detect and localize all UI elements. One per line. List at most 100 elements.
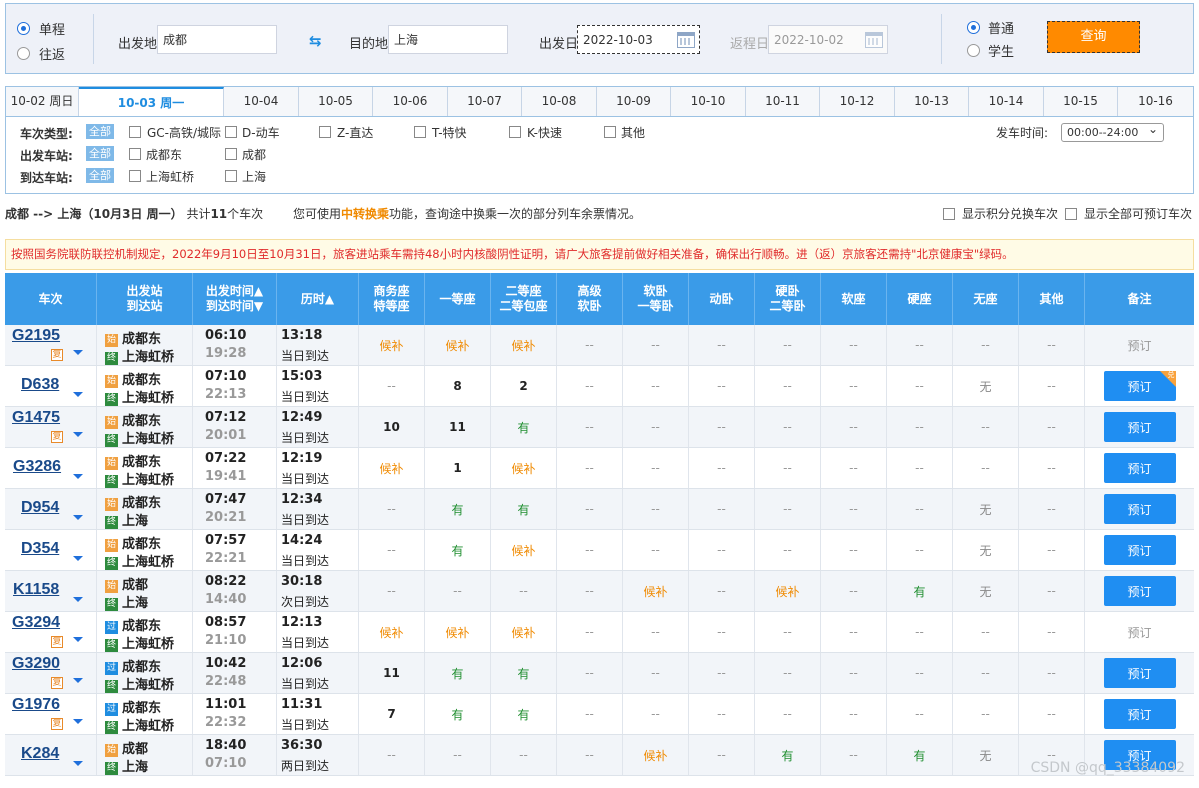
expand-stops-icon[interactable] [73, 761, 83, 766]
seat-availability: -- [1047, 502, 1056, 516]
expand-stops-icon[interactable] [73, 515, 83, 520]
table-cell: -- [689, 530, 755, 570]
book-button[interactable]: 预订 [1103, 576, 1176, 606]
depart-station-all-button[interactable]: 全部 [86, 146, 114, 161]
column-header[interactable]: 一等座 [425, 273, 491, 325]
depart-time-select[interactable]: 00:00--24:00 [1061, 121, 1164, 142]
train-number[interactable]: D354 [21, 540, 59, 558]
column-header[interactable]: 硬座 [887, 273, 953, 325]
book-button[interactable]: 预订 [1103, 658, 1176, 688]
column-header[interactable]: 软卧 一等卧 [623, 273, 689, 325]
column-header[interactable]: 历时▲ [277, 273, 359, 325]
column-header[interactable]: 出发站 到达站 [97, 273, 193, 325]
depart-station-name: 成都东 [122, 373, 162, 388]
duration: 12:19 [281, 451, 323, 466]
checkbox[interactable] [509, 126, 521, 138]
date-tab[interactable]: 10-11 [746, 87, 820, 116]
checkbox[interactable] [604, 126, 616, 138]
column-header[interactable]: 车次 [5, 273, 97, 325]
train-number[interactable]: K1158 [13, 581, 59, 599]
checkbox[interactable] [1065, 208, 1077, 220]
expand-stops-icon[interactable] [73, 432, 83, 437]
train-number[interactable]: G1475 [12, 409, 60, 427]
search-button[interactable]: 查询 [1047, 21, 1140, 53]
date-tab[interactable]: 10-05 [299, 87, 373, 116]
date-tab[interactable]: 10-02 周日 [6, 87, 79, 116]
book-button[interactable]: 预订 [1103, 699, 1176, 729]
calendar-icon[interactable] [865, 32, 883, 48]
to-input[interactable] [388, 25, 508, 54]
date-tab[interactable]: 10-16 [1118, 87, 1193, 116]
date-tab[interactable]: 10-09 [597, 87, 671, 116]
train-number[interactable]: G3286 [13, 458, 61, 476]
swap-icon[interactable]: ⇆ [309, 32, 322, 50]
trip-return-radio[interactable] [17, 47, 30, 60]
trip-oneway-radio[interactable] [17, 22, 30, 35]
table-cell: -- [887, 653, 953, 693]
transfer-link[interactable]: 中转换乘 [341, 207, 389, 221]
date-tab[interactable]: 10-04 [224, 87, 299, 116]
expand-stops-icon[interactable] [73, 474, 83, 479]
column-header[interactable]: 软座 [821, 273, 887, 325]
expand-stops-icon[interactable] [73, 678, 83, 683]
column-header[interactable]: 备注 [1085, 273, 1194, 325]
date-tab-active[interactable]: 10-03 周一 [79, 87, 224, 117]
checkbox[interactable] [225, 148, 237, 160]
checkbox[interactable] [129, 170, 141, 182]
passenger-normal-radio[interactable] [967, 21, 980, 34]
checkbox[interactable] [414, 126, 426, 138]
column-header[interactable]: 硬卧 二等卧 [755, 273, 821, 325]
table-cell: -- [821, 530, 887, 570]
train-number[interactable]: G3294 [12, 614, 60, 632]
train-type-all-button[interactable]: 全部 [86, 124, 114, 139]
date-tab[interactable]: 10-10 [671, 87, 746, 116]
station-type-icon: 终 [105, 680, 118, 693]
expand-stops-icon[interactable] [73, 597, 83, 602]
checkbox[interactable] [225, 126, 237, 138]
from-input[interactable] [157, 25, 277, 54]
date-tab[interactable]: 10-07 [448, 87, 522, 116]
checkbox[interactable] [129, 148, 141, 160]
passenger-student-radio[interactable] [967, 44, 980, 57]
column-header[interactable]: 无座 [953, 273, 1019, 325]
calendar-icon[interactable] [677, 32, 695, 48]
book-button[interactable]: 预订 [1103, 535, 1176, 565]
column-header[interactable]: 高级 软卧 [557, 273, 623, 325]
date-tab[interactable]: 10-13 [895, 87, 969, 116]
checkbox[interactable] [319, 126, 331, 138]
seat-availability: 候补 [379, 338, 404, 353]
column-header[interactable]: 其他 [1019, 273, 1085, 325]
book-button[interactable]: 预订 兑 [1103, 371, 1176, 401]
date-tab[interactable]: 10-06 [373, 87, 448, 116]
checkbox[interactable] [943, 208, 955, 220]
expand-stops-icon[interactable] [73, 637, 83, 642]
checkbox[interactable] [129, 126, 141, 138]
train-number[interactable]: D954 [21, 499, 59, 517]
column-header[interactable]: 出发时间▲ 到达时间▼ [193, 273, 277, 325]
date-tab[interactable]: 10-15 [1044, 87, 1118, 116]
train-number[interactable]: K284 [21, 745, 59, 763]
book-button[interactable]: 预订 [1103, 453, 1176, 483]
expand-stops-icon[interactable] [73, 556, 83, 561]
expand-stops-icon[interactable] [73, 392, 83, 397]
column-header[interactable]: 二等座 二等包座 [491, 273, 557, 325]
table-cell: 有 [491, 653, 557, 693]
train-number[interactable]: G1976 [12, 696, 60, 714]
train-number[interactable]: G3290 [12, 655, 60, 673]
arrive-station-all-button[interactable]: 全部 [86, 168, 114, 183]
train-number[interactable]: D638 [21, 376, 59, 394]
seat-availability: -- [585, 707, 594, 721]
checkbox[interactable] [225, 170, 237, 182]
column-header[interactable]: 商务座 特等座 [359, 273, 425, 325]
seat-availability: -- [453, 748, 462, 762]
date-tab[interactable]: 10-14 [969, 87, 1044, 116]
expand-stops-icon[interactable] [73, 719, 83, 724]
column-header[interactable]: 动卧 [689, 273, 755, 325]
train-number[interactable]: G2195 [12, 327, 60, 345]
book-button[interactable]: 预订 [1103, 412, 1176, 442]
expand-stops-icon[interactable] [73, 350, 83, 355]
depart-station: 始成都东 [105, 492, 161, 511]
book-button[interactable]: 预订 [1103, 494, 1176, 524]
date-tab[interactable]: 10-12 [820, 87, 895, 116]
date-tab[interactable]: 10-08 [522, 87, 597, 116]
